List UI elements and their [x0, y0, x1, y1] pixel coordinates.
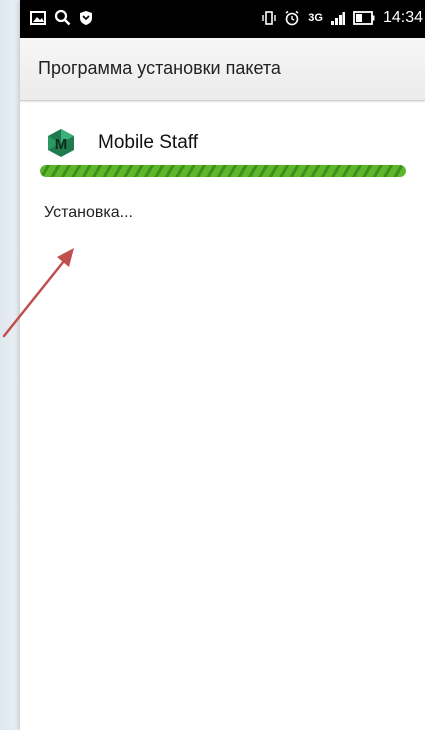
signal-icon [330, 10, 345, 26]
install-status-text: Установка... [44, 204, 133, 221]
page-title: Программа установки пакета [38, 58, 281, 78]
network-type-label: 3G [308, 12, 323, 24]
alarm-icon [284, 10, 300, 26]
app-icon: M [46, 128, 76, 158]
status-bar-time: 14:34 [382, 9, 423, 26]
shield-icon [79, 10, 93, 26]
status-bar: 3G 14:34 [20, 0, 425, 38]
battery-icon [353, 11, 375, 25]
install-progress-bar [40, 165, 406, 177]
app-name: Mobile Staff [98, 132, 198, 153]
status-bar-left [30, 9, 93, 26]
app-icon-letter: M [55, 136, 68, 153]
phone-screen: 3G 14:34 Программа установки пакета M Mo… [20, 0, 425, 730]
gallery-icon [30, 10, 46, 25]
search-icon [54, 9, 71, 26]
annotation-arrow [2, 248, 74, 338]
installer-header: Программа установки пакета [20, 38, 425, 101]
vibrate-icon [262, 10, 276, 26]
install-progress-fill [40, 165, 406, 177]
status-bar-right: 3G 14:34 [262, 9, 425, 27]
app-info-row: M Mobile Staff [46, 128, 198, 158]
slide-background [0, 0, 20, 730]
